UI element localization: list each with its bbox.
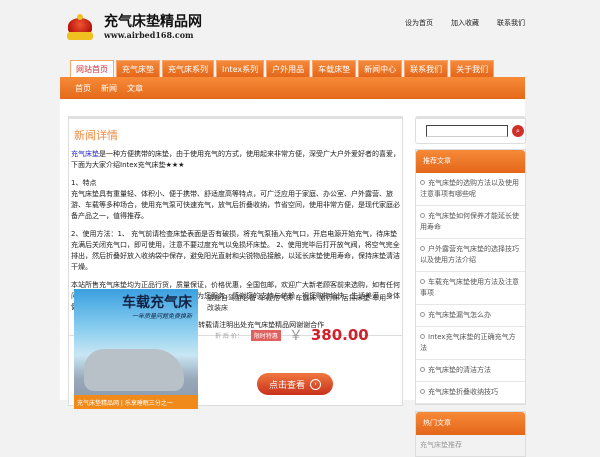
sidebar: ⌕ 推荐文章 充气床垫的选购方法以及使用注意事项有哪些呢 充气床垫如何保养才能延… (415, 116, 526, 457)
list-item[interactable]: 充气床垫如何保养才能延长使用寿命 (416, 206, 525, 239)
nav-tab[interactable]: 充气床系列 (162, 60, 214, 77)
air-bed-shape (84, 349, 184, 391)
product-image[interactable]: 车载充气床 一年质量问题免费换新 充气床垫精品网 | 乐享睡眠三分之一 (74, 289, 198, 409)
product-price: 380.00 (310, 326, 369, 344)
search-icon[interactable]: ⌕ (512, 125, 524, 137)
product-name[interactable]: 旅途自驾游必备 车载充气床 车震床 旅行床 后排床垫 车用改装床 (207, 293, 387, 313)
top-link-favorite[interactable]: 加入收藏 (451, 18, 479, 28)
bullet-icon (420, 389, 425, 394)
currency-symbol: ￥ (288, 328, 303, 344)
list-item[interactable]: 充气床垫漏气怎么办 (416, 305, 525, 327)
list-item[interactable]: 车载充气床垫使用方法及注意事项 (416, 272, 525, 305)
sub-nav-item[interactable]: 新闻 (101, 83, 117, 94)
list-item[interactable]: 充气床垫折叠收纳技巧 (416, 382, 525, 404)
image-subtitle: 一年质量问题免费换新 (131, 313, 192, 320)
nav-tab[interactable]: 新闻中心 (358, 60, 403, 77)
list-item[interactable]: 充气床垫的清洁方法 (416, 360, 525, 382)
nav-tab[interactable]: 充气床垫 (116, 60, 160, 77)
section-title: 推荐文章 (416, 150, 525, 173)
article-intro: 是一种方便携带的床垫，由于使用充气的方式，使用起来非常方便，深受广大户外爱好者的… (71, 150, 400, 169)
nav-tab[interactable]: 户外用品 (266, 60, 311, 77)
button-label: 点击查看 (268, 380, 305, 391)
site-url: www.airbed168.com (104, 30, 194, 40)
site-name: 充气床垫精品网 (104, 14, 202, 30)
promo-badge: 限时特惠 (250, 329, 281, 341)
main-nav: 网站首页 充气床垫 充气床系列 Intex系列 户外用品 车载床垫 新闻中心 联… (70, 60, 495, 77)
article-heading: 1、特点 (71, 179, 97, 187)
site-logo[interactable]: 充气床垫精品网 www.airbed168.com (65, 12, 202, 42)
view-product-button[interactable]: 点击查看 › (257, 373, 333, 395)
image-title: 车载充气床 (122, 295, 192, 311)
search-box: ⌕ (415, 116, 526, 144)
article-link[interactable]: 充气床垫 (71, 150, 99, 158)
bullet-icon (420, 312, 425, 317)
hot-articles: 热门文章 充气床垫推荐 (415, 411, 526, 457)
nav-tab[interactable]: 关于我们 (450, 60, 495, 77)
recommended-articles: 推荐文章 充气床垫的选购方法以及使用注意事项有哪些呢 充气床垫如何保养才能延长使… (415, 149, 526, 405)
image-strip: 充气床垫精品网 | 乐享睡眠三分之一 (74, 395, 198, 409)
article-paragraph: 2、使用方法：1、 充气前请检查床垫表面是否有破损，将充气泵插入充气口，开启电源… (71, 230, 400, 271)
list-item[interactable]: 充气床垫推荐 (416, 435, 525, 456)
price-label: 折 后 价： (215, 332, 243, 340)
bullet-icon (420, 180, 425, 185)
bullet-icon (420, 246, 425, 251)
nav-tab[interactable]: 联系我们 (404, 60, 449, 77)
article-panel: 新闻详情 充气床垫是一种方便携带的床垫，由于使用充气的方式，使用起来非常方便，深… (68, 116, 403, 409)
bullet-icon (420, 334, 425, 339)
nav-tab[interactable]: 车载床垫 (312, 60, 357, 77)
list-item[interactable]: 充气床垫的选购方法以及使用注意事项有哪些呢 (416, 173, 525, 206)
nav-tab[interactable]: Intex系列 (216, 60, 265, 77)
sub-nav-item[interactable]: 首页 (75, 83, 91, 94)
search-input[interactable] (426, 125, 508, 137)
bullet-icon (420, 367, 425, 372)
crown-logo-icon (65, 12, 95, 42)
list-item[interactable]: 户外露营充气床垫的选择技巧以及使用方法介绍 (416, 239, 525, 272)
article-paragraph: 充气床垫具有重量轻、体积小、便于携带、舒适度高等特点，可广泛应用于家庭、办公室、… (71, 190, 400, 220)
article-title: 新闻详情 (74, 129, 118, 142)
arrow-right-icon: › (310, 378, 321, 390)
bullet-icon (420, 279, 425, 284)
nav-tab-home[interactable]: 网站首页 (70, 60, 114, 77)
sub-nav-item[interactable]: 文章 (127, 83, 143, 94)
top-link-contact[interactable]: 联系我们 (497, 18, 525, 28)
sub-nav: 首页 新闻 文章 (60, 77, 525, 99)
product-card: 车载充气床 一年质量问题免费换新 充气床垫精品网 | 乐享睡眠三分之一 (74, 289, 198, 409)
top-link-home[interactable]: 设为首页 (405, 18, 433, 28)
section-title: 热门文章 (416, 412, 525, 435)
list-item[interactable]: Intex充气床垫的正确充气方法 (416, 327, 525, 360)
bullet-icon (420, 213, 425, 218)
